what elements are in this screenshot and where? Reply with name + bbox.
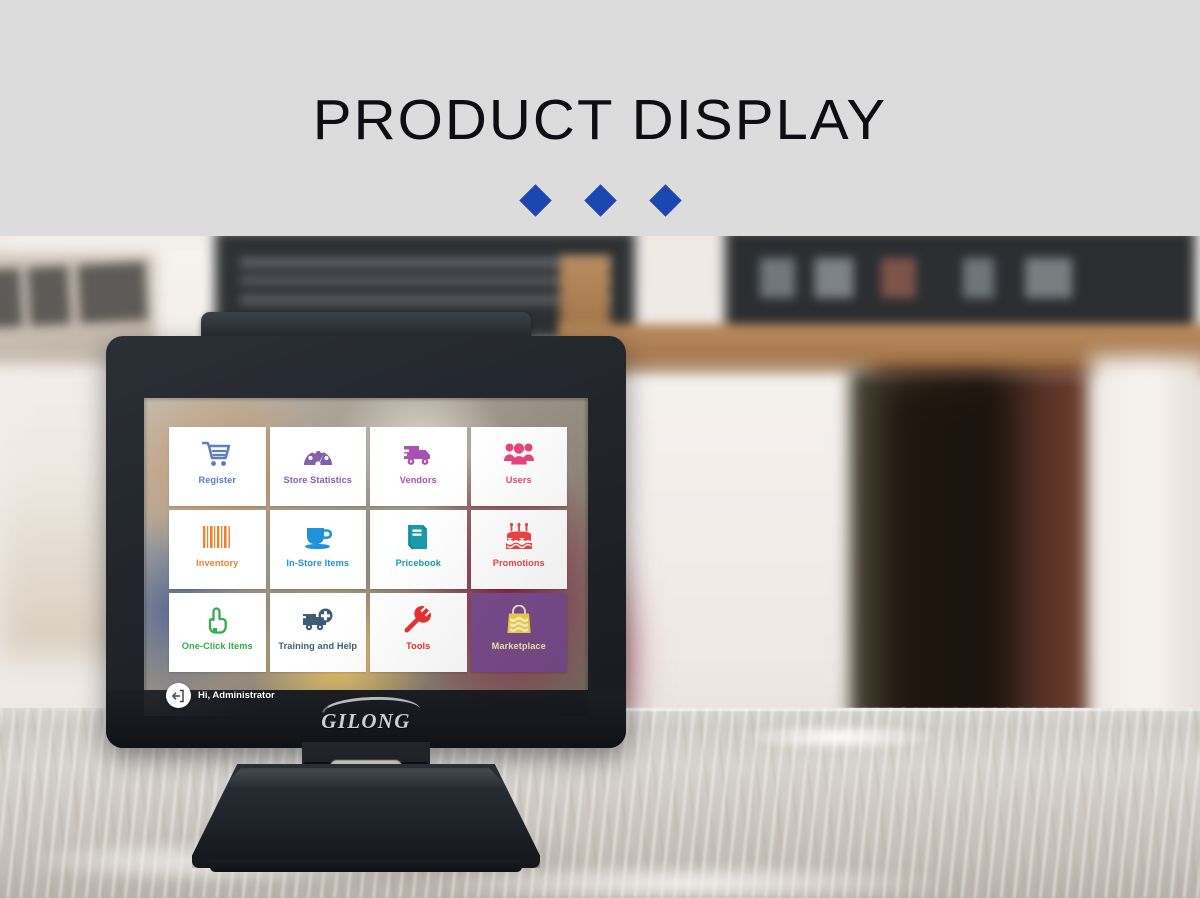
- monitor-bezel: Register Store Statistics Vendors Users …: [106, 336, 626, 748]
- birthday-cake-icon: [504, 520, 534, 554]
- coffee-cup-icon: [302, 520, 334, 554]
- tile-label: Users: [505, 475, 532, 485]
- tile-training-and-help[interactable]: Training and Help: [269, 593, 366, 672]
- background-chalkboard-right-text: [760, 258, 1150, 298]
- product-display-page: PRODUCT DISPLAY Register Store Statistic…: [0, 0, 1200, 898]
- pos-terminal: Register Store Statistics Vendors Users …: [106, 312, 632, 872]
- brand-logo: GILONG: [321, 709, 411, 733]
- header-banner: PRODUCT DISPLAY: [0, 0, 1200, 236]
- tile-label: One-Click Items: [181, 641, 253, 651]
- tile-store-statistics[interactable]: Store Statistics: [269, 427, 366, 506]
- pos-screen: Register Store Statistics Vendors Users …: [144, 398, 588, 716]
- book-icon: [404, 520, 432, 554]
- tile-label: In-Store Items: [286, 558, 350, 568]
- tile-label: Promotions: [492, 558, 545, 568]
- wrench-icon: [404, 603, 432, 637]
- tile-label: Store Statistics: [283, 475, 352, 485]
- tile-users[interactable]: Users: [470, 427, 567, 506]
- tile-inventory[interactable]: Inventory: [169, 510, 266, 589]
- delivery-truck-icon: [402, 437, 434, 471]
- product-photo: Register Store Statistics Vendors Users …: [0, 236, 1200, 898]
- tile-label: Pricebook: [395, 558, 441, 568]
- diamond-icon: [648, 184, 682, 217]
- counter-highlight: [740, 722, 940, 752]
- monitor-stand-foot: [210, 860, 522, 872]
- barcode-icon: [202, 520, 232, 554]
- app-tile-grid: Register Store Statistics Vendors Users …: [169, 427, 567, 672]
- tile-label: Inventory: [196, 558, 239, 568]
- pointing-hand-icon: [204, 603, 230, 637]
- tile-in-store-items[interactable]: In-Store Items: [269, 510, 366, 589]
- tile-promotions[interactable]: Promotions: [470, 510, 567, 589]
- tile-label: Training and Help: [278, 641, 358, 651]
- tile-marketplace[interactable]: Marketplace: [470, 593, 567, 672]
- background-chalkboard-center-text: [240, 252, 610, 314]
- diamond-icon: [518, 184, 552, 217]
- shopping-cart-icon: [202, 437, 232, 471]
- speedometer-icon: [302, 437, 334, 471]
- tile-label: Tools: [406, 641, 431, 651]
- user-greeting: Hi, Administrator: [198, 690, 275, 701]
- page-title: PRODUCT DISPLAY: [312, 88, 888, 152]
- status-bar: Hi, Administrator: [166, 683, 275, 708]
- tile-pricebook[interactable]: Pricebook: [370, 510, 467, 589]
- tile-vendors[interactable]: Vendors: [370, 427, 467, 506]
- tile-label: Register: [198, 475, 237, 485]
- diamond-divider: [0, 184, 1200, 217]
- tile-register[interactable]: Register: [169, 427, 266, 506]
- tile-tools[interactable]: Tools: [370, 593, 467, 672]
- user-group-icon: [503, 437, 535, 471]
- monitor-stand-base-highlight: [219, 768, 511, 790]
- tile-label: Vendors: [399, 475, 437, 485]
- tile-one-click-items[interactable]: One-Click Items: [169, 593, 266, 672]
- ambulance-icon: [301, 603, 334, 637]
- shopping-bag-icon: [505, 603, 533, 637]
- diamond-icon: [583, 184, 617, 217]
- logout-arrow-icon[interactable]: [166, 683, 191, 708]
- tile-label: Marketplace: [491, 641, 546, 651]
